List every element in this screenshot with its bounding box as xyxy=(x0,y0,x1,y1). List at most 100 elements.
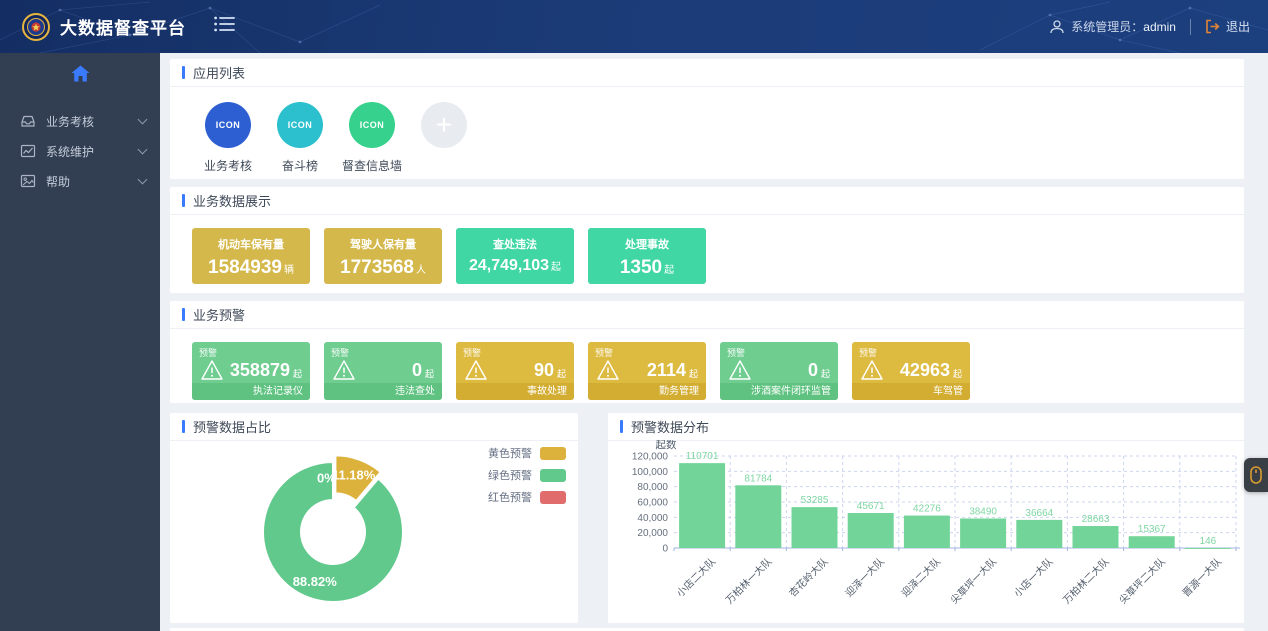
warning-tag: 预警 xyxy=(595,346,613,359)
legend-item-red-warning[interactable]: 红色预警 xyxy=(488,489,566,505)
stat-unit: 人 xyxy=(416,265,426,276)
legend-swatch xyxy=(540,447,566,460)
stat-card-vehicles: 机动车保有量 1584939辆 xyxy=(192,228,310,284)
donut-legend: 黄色预警 绿色预警 红色预警 xyxy=(488,445,566,511)
svg-text:110701: 110701 xyxy=(686,451,719,462)
app-label: 业务考核 xyxy=(192,157,264,174)
stat-unit: 辆 xyxy=(284,265,294,276)
section-business-data: 业务数据展示 机动车保有量 1584939辆 驾驶人保有量 1773568人 查… xyxy=(170,187,1244,293)
mouse-icon xyxy=(1250,466,1262,484)
warning-unit: 起 xyxy=(293,361,302,380)
stat-card-drivers: 驾驶人保有量 1773568人 xyxy=(324,228,442,284)
svg-text:杏花岭大队: 杏花岭大队 xyxy=(786,555,831,600)
title-accent-bar xyxy=(182,194,185,207)
title-accent-bar xyxy=(182,308,185,321)
svg-text:53285: 53285 xyxy=(801,495,829,506)
svg-text:尖草坪一大队: 尖草坪一大队 xyxy=(948,555,1000,607)
sidebar-item-system-maintain[interactable]: 系统维护 xyxy=(0,136,160,166)
home-icon xyxy=(71,65,90,82)
app-icon: ICON xyxy=(349,102,395,148)
warning-card[interactable]: 预警0起违法查处 xyxy=(324,342,442,400)
legend-label: 黄色预警 xyxy=(488,445,532,461)
warning-card[interactable]: 预警2114起勤务管理 xyxy=(588,342,706,400)
app-shortcut-info-wall[interactable]: ICON 督查信息墙 xyxy=(336,102,408,174)
svg-text:20,000: 20,000 xyxy=(637,528,668,539)
warning-card[interactable]: 预警90起事故处理 xyxy=(456,342,574,400)
sidebar-item-help[interactable]: 帮助 xyxy=(0,166,160,196)
user-name: admin xyxy=(1143,20,1176,34)
inbox-icon xyxy=(20,113,36,129)
warning-cards-row: 预警358879起执法记录仪预警0起违法查处预警90起事故处理预警2114起勤务… xyxy=(170,329,1244,412)
svg-text:11.18%: 11.18% xyxy=(332,468,376,483)
menu-toggle-icon[interactable] xyxy=(214,16,236,37)
warning-card[interactable]: 预警0起涉酒案件闭环监管 xyxy=(720,342,838,400)
chevron-down-icon xyxy=(138,175,148,185)
warning-unit: 起 xyxy=(953,361,962,380)
app-icon-placeholder-text: ICON xyxy=(216,120,241,130)
plus-icon: + xyxy=(436,109,452,141)
warning-triangle-icon xyxy=(332,359,356,381)
app-icon-placeholder-text: ICON xyxy=(288,120,313,130)
warning-tag: 预警 xyxy=(331,346,349,359)
stat-unit: 起 xyxy=(551,262,561,273)
app-icon: ICON xyxy=(277,102,323,148)
sidebar-item-business-assess[interactable]: 业务考核 xyxy=(0,106,160,136)
header-user-area: 系统管理员：admin 退出 xyxy=(1049,0,1250,53)
logout-button[interactable]: 退出 xyxy=(1205,18,1250,35)
section-title-row: 业务数据展示 xyxy=(170,187,1244,215)
stat-value: 1773568 xyxy=(340,257,414,278)
legend-label: 绿色预警 xyxy=(488,467,532,483)
warning-category-label: 事故处理 xyxy=(456,383,574,400)
warning-triangle-icon xyxy=(728,359,752,381)
legend-item-green-warning[interactable]: 绿色预警 xyxy=(488,467,566,483)
svg-text:88.82%: 88.82% xyxy=(293,574,338,589)
warning-unit: 起 xyxy=(821,361,830,380)
svg-text:81784: 81784 xyxy=(744,473,772,484)
scroll-helper-button[interactable] xyxy=(1244,458,1268,492)
warning-tag: 预警 xyxy=(199,346,217,359)
sidebar-home-button[interactable] xyxy=(0,53,160,92)
sidebar-spacer xyxy=(0,92,160,106)
section-title: 预警数据分布 xyxy=(631,417,709,436)
warning-unit: 起 xyxy=(557,361,566,380)
svg-text:0: 0 xyxy=(662,544,668,555)
sidebar-item-label: 帮助 xyxy=(46,173,139,190)
warning-value: 0 xyxy=(356,360,422,381)
svg-text:小店二大队: 小店二大队 xyxy=(674,555,719,600)
warning-category-label: 执法记录仪 xyxy=(192,383,310,400)
app-shortcut-business-assess[interactable]: ICON 业务考核 xyxy=(192,102,264,174)
app-shortcut-effort-board[interactable]: ICON 奋斗榜 xyxy=(264,102,336,174)
svg-text:15367: 15367 xyxy=(1138,524,1166,535)
svg-text:36664: 36664 xyxy=(1025,508,1053,519)
line-chart-icon xyxy=(20,143,36,159)
section-title-row: 预警数据分布 xyxy=(608,413,1244,441)
stat-value: 24,749,103 xyxy=(469,257,549,274)
legend-label: 红色预警 xyxy=(488,489,532,505)
warning-triangle-icon xyxy=(860,359,884,381)
section-title: 预警数据占比 xyxy=(193,417,271,436)
svg-text:晋源一大队: 晋源一大队 xyxy=(1179,555,1224,600)
svg-text:迎泽二大队: 迎泽二大队 xyxy=(898,555,943,600)
police-badge-logo xyxy=(22,13,50,41)
title-accent-bar xyxy=(620,420,623,433)
bar-chart: 020,00040,00060,00080,000100,000120,000起… xyxy=(608,440,1244,623)
legend-swatch xyxy=(540,469,566,482)
section-title: 业务预警 xyxy=(193,305,245,324)
warning-triangle-icon xyxy=(464,359,488,381)
warning-category-label: 车驾管 xyxy=(852,383,970,400)
svg-text:100,000: 100,000 xyxy=(632,467,669,478)
svg-text:万柏林一大队: 万柏林一大队 xyxy=(723,555,775,607)
svg-text:起数: 起数 xyxy=(656,440,677,451)
add-app-button[interactable]: + xyxy=(421,102,467,148)
legend-item-yellow-warning[interactable]: 黄色预警 xyxy=(488,445,566,461)
logout-icon xyxy=(1205,19,1220,34)
dashboard-page: 大数据督查平台 系统管理员：admin xyxy=(0,0,1268,631)
chevron-down-icon xyxy=(138,115,148,125)
warning-card[interactable]: 预警42963起车驾管 xyxy=(852,342,970,400)
main-content: 应用列表 ICON 业务考核 ICON 奋斗榜 ICON 督查信息墙 + xyxy=(160,53,1268,631)
warning-value: 42963 xyxy=(884,360,950,381)
warning-card[interactable]: 预警358879起执法记录仪 xyxy=(192,342,310,400)
warning-category-label: 勤务管理 xyxy=(588,383,706,400)
section-title-row: 业务预警 xyxy=(170,301,1244,329)
stat-value: 1350 xyxy=(620,257,662,278)
